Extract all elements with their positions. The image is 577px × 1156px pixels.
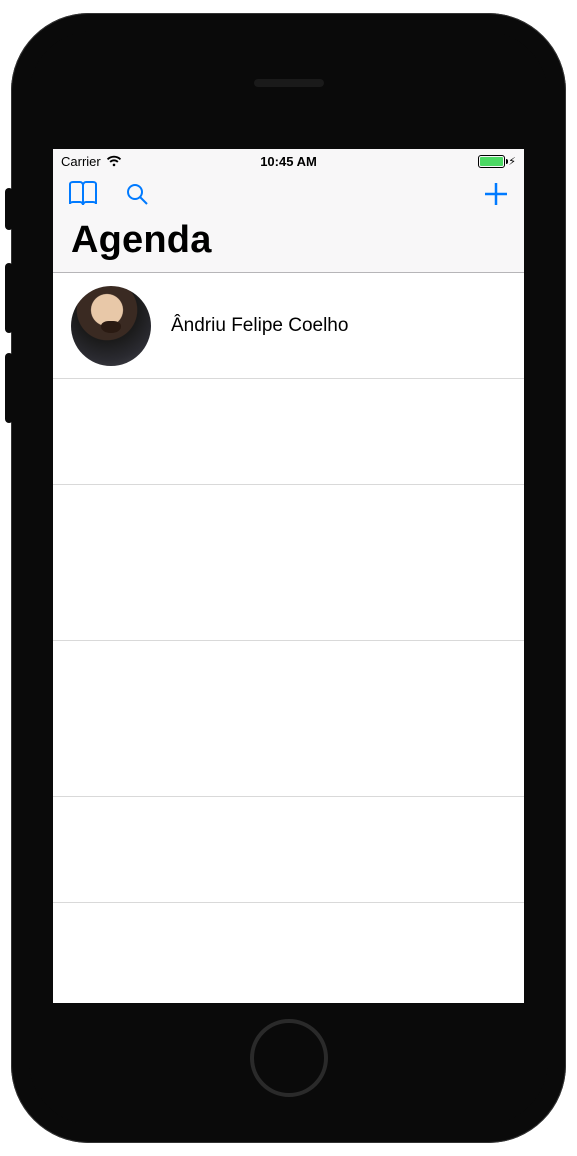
table-row[interactable] bbox=[53, 797, 524, 903]
clock-label: 10:45 AM bbox=[260, 154, 317, 169]
mute-switch bbox=[5, 188, 13, 230]
search-button[interactable] bbox=[125, 182, 149, 211]
nav-top-row bbox=[53, 173, 524, 219]
wifi-icon bbox=[106, 155, 122, 167]
battery-fill bbox=[480, 157, 503, 166]
page-title: Agenda bbox=[71, 219, 506, 262]
bookmarks-button[interactable] bbox=[67, 180, 99, 213]
table-row[interactable] bbox=[53, 903, 524, 1003]
earpiece-speaker bbox=[254, 79, 324, 87]
table-row[interactable] bbox=[53, 641, 524, 797]
screen: Carrier 10:45 AM ⚡︎ bbox=[53, 149, 524, 1003]
book-icon bbox=[67, 180, 99, 213]
device-frame: Carrier 10:45 AM ⚡︎ bbox=[11, 13, 566, 1143]
device-inner: Carrier 10:45 AM ⚡︎ bbox=[29, 31, 548, 1125]
volume-up-button bbox=[5, 263, 13, 333]
home-button[interactable] bbox=[250, 1019, 328, 1097]
contact-row[interactable]: Ândriu Felipe Coelho bbox=[53, 273, 524, 379]
volume-down-button bbox=[5, 353, 13, 423]
status-left: Carrier bbox=[61, 154, 122, 169]
contact-name: Ândriu Felipe Coelho bbox=[171, 315, 348, 337]
navigation-bar: Agenda bbox=[53, 173, 524, 273]
nav-title-row: Agenda bbox=[53, 219, 524, 272]
avatar bbox=[71, 286, 151, 366]
carrier-label: Carrier bbox=[61, 154, 101, 169]
plus-icon bbox=[482, 180, 510, 213]
nav-left-group bbox=[67, 180, 149, 213]
add-button[interactable] bbox=[482, 180, 510, 213]
status-right: ⚡︎ bbox=[478, 155, 516, 168]
battery-icon bbox=[478, 155, 505, 168]
table-row[interactable] bbox=[53, 379, 524, 485]
charging-icon: ⚡︎ bbox=[508, 155, 516, 168]
search-icon bbox=[125, 182, 149, 211]
contacts-list[interactable]: Ândriu Felipe Coelho bbox=[53, 273, 524, 1003]
table-row[interactable] bbox=[53, 485, 524, 641]
status-bar: Carrier 10:45 AM ⚡︎ bbox=[53, 149, 524, 173]
